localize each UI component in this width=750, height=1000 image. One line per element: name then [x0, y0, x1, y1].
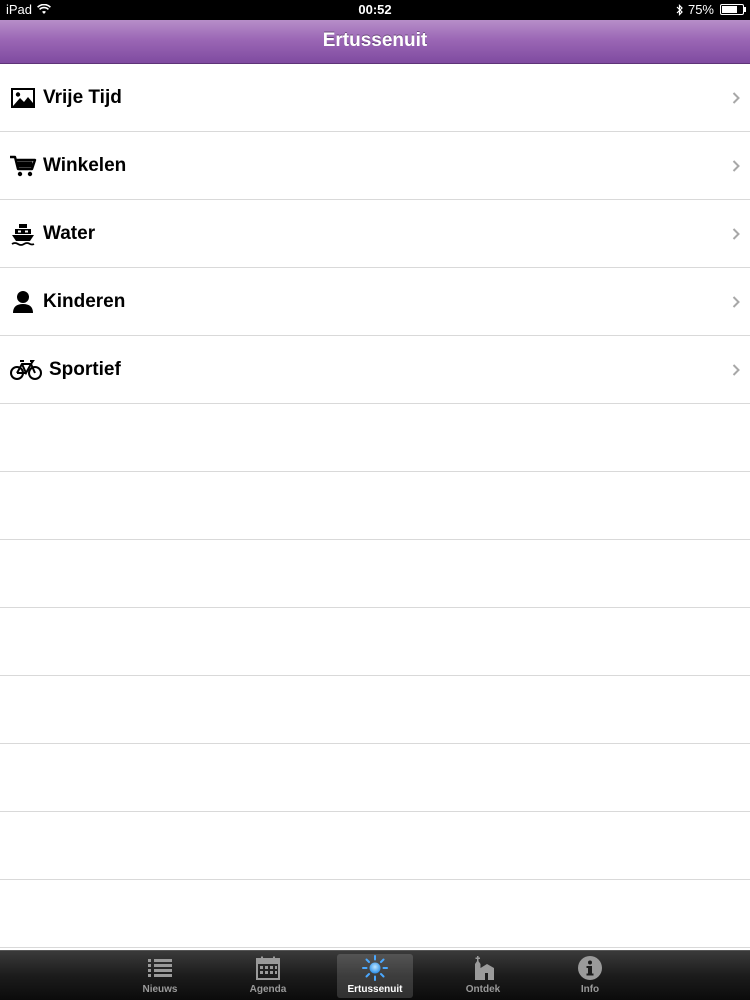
tab-agenda[interactable]: Agenda — [230, 954, 306, 998]
tab-bar: Nieuws Agenda Ertussenuit Ontdek Info — [0, 950, 750, 1000]
shopping-cart-icon — [9, 153, 37, 179]
church-icon — [468, 954, 498, 982]
bicycle-icon — [9, 357, 43, 383]
chevron-right-icon — [732, 363, 740, 376]
list-item-kinderen[interactable]: Kinderen — [0, 268, 750, 336]
chevron-right-icon — [732, 227, 740, 240]
empty-row — [0, 540, 750, 608]
tab-ontdek[interactable]: Ontdek — [445, 954, 521, 998]
ship-icon — [9, 221, 37, 247]
tab-info[interactable]: Info — [552, 954, 628, 998]
list-icon — [145, 954, 175, 982]
tab-label: Info — [580, 984, 600, 995]
battery-icon — [720, 4, 746, 15]
category-list: Vrije Tijd Winkelen Water Kinderen Sport… — [0, 64, 750, 948]
status-bar: iPad 00:52 75% — [0, 0, 750, 20]
list-item-water[interactable]: Water — [0, 200, 750, 268]
chevron-right-icon — [732, 159, 740, 172]
person-icon — [9, 289, 37, 315]
tab-nieuws[interactable]: Nieuws — [122, 954, 198, 998]
list-item-label: Sportief — [49, 358, 121, 380]
list-item-sportief[interactable]: Sportief — [0, 336, 750, 404]
battery-level — [722, 6, 737, 13]
sun-icon — [360, 954, 390, 982]
info-icon — [575, 954, 605, 982]
empty-row — [0, 880, 750, 948]
page-title: Ertussenuit — [322, 30, 428, 51]
status-time: 00:52 — [358, 2, 392, 17]
list-item-label: Winkelen — [43, 154, 127, 176]
list-item-label: Kinderen — [43, 290, 126, 312]
bluetooth-icon — [676, 3, 683, 16]
list-item-label: Water — [43, 222, 96, 244]
chevron-right-icon — [732, 91, 740, 104]
calendar-icon — [253, 954, 283, 982]
empty-row — [0, 608, 750, 676]
tab-label: Nieuws — [142, 984, 178, 995]
empty-row — [0, 676, 750, 744]
empty-row — [0, 812, 750, 880]
empty-row — [0, 404, 750, 472]
list-item-label: Vrije Tijd — [43, 86, 122, 108]
list-item-winkelen[interactable]: Winkelen — [0, 132, 750, 200]
list-item-vrije-tijd[interactable]: Vrije Tijd — [0, 64, 750, 132]
empty-row — [0, 472, 750, 540]
tab-ertussenuit[interactable]: Ertussenuit — [337, 954, 413, 998]
chevron-right-icon — [732, 295, 740, 308]
picture-icon — [9, 85, 37, 111]
navigation-bar: Ertussenuit — [0, 20, 750, 64]
tab-label: Ertussenuit — [347, 984, 403, 995]
tab-label: Ontdek — [465, 984, 501, 995]
empty-row — [0, 744, 750, 812]
status-right: 75% — [676, 2, 746, 17]
tab-label: Agenda — [249, 984, 287, 995]
battery-percent: 75% — [687, 2, 714, 17]
